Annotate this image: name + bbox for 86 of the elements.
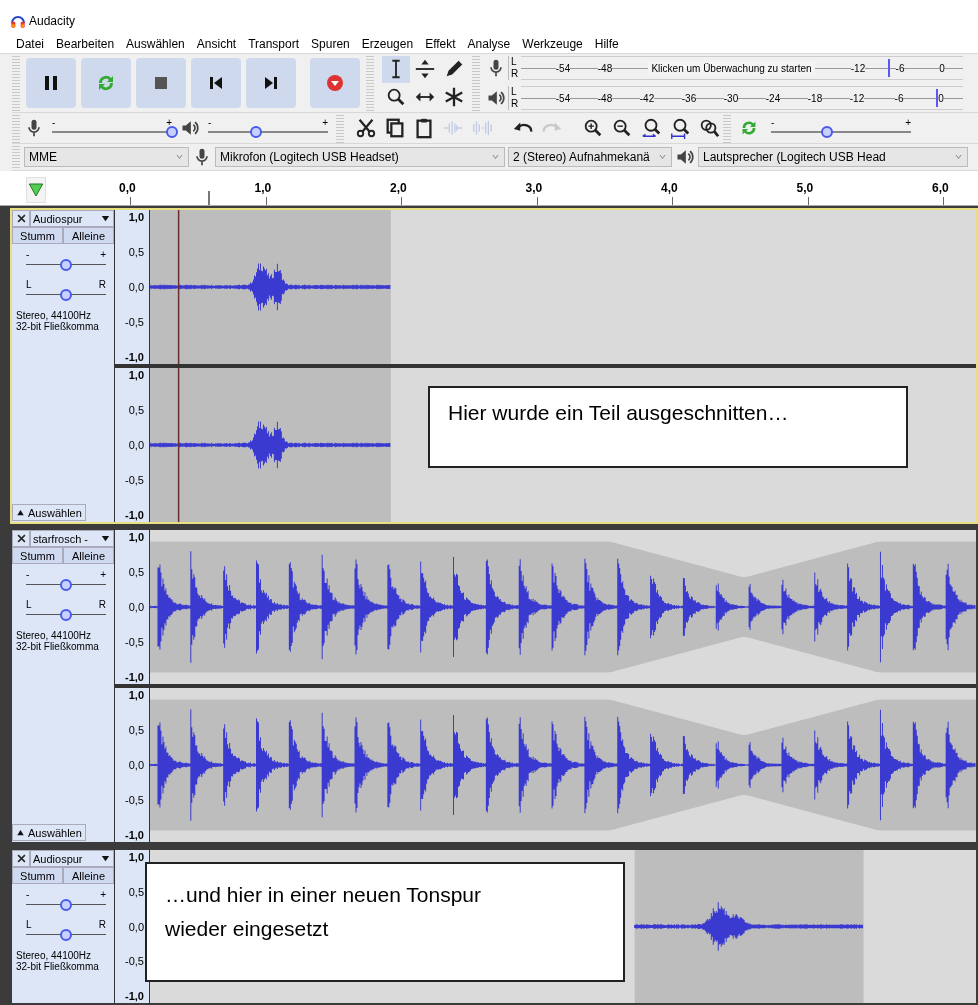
amplitude-label: 0,0 [128,601,145,613]
meter-tick-label: -12 [849,92,865,104]
slider-max-label: R [98,600,106,610]
amplitude-label: -1,0 [125,671,145,683]
amplitude-label: -0,5 [125,794,145,806]
amplitude-label: 0,5 [128,566,145,578]
annotation-tooltip: Hier wurde ein Teil ausgeschnitten… [428,386,908,468]
annotation-tooltip: …und hier in einer neuen Tonspur wieder eingesetzt [145,862,625,982]
slider-min-label: - [52,118,56,128]
amplitude-label: -0,5 [125,636,145,648]
time-label: 6,0 [932,181,949,195]
channel-label: L [511,86,518,98]
amplitude-label: 0,5 [128,404,145,416]
amplitude-label: -0,5 [125,955,145,968]
slider-min-label: - [26,890,30,900]
meter-tick-label: -18 [807,92,823,104]
meter-tick-label: -6 [895,62,905,74]
track-info-text: Stereo, 44100Hz [16,310,93,321]
slider-max-label: R [98,280,106,290]
amplitude-label: 1,0 [128,689,145,701]
dropdown-value: Lautsprecher (Logitech USB Head [703,150,886,164]
slider-max-label: + [322,118,328,128]
meter-message: Klicken um Überwachung zu starten [648,60,815,76]
amplitude-label: 1,0 [128,531,145,543]
amplitude-label: 0,5 [128,885,145,898]
time-label: 2,0 [390,181,407,195]
meter-tick-label: 0 [939,62,945,74]
meter-tick-label: -54 [555,62,571,74]
slider-min-label: - [26,250,30,260]
amplitude-label: 1,0 [128,851,145,863]
meter-tick-label: -48 [597,62,613,74]
time-label: 4,0 [661,181,678,195]
meter-tick-label: -42 [639,92,655,104]
amplitude-label: 0,5 [128,246,145,258]
amplitude-label: 0,0 [128,759,145,771]
slider-min-label: - [208,118,212,128]
dropdown-value: Mikrofon (Logitech USB Headset) [220,150,399,164]
time-label: 1,0 [254,181,272,195]
amplitude-label: -1,0 [125,509,145,521]
track-info-text: 32-bit Fließkomma [16,321,100,332]
slider-min-label: - [26,570,30,580]
time-label: 3,0 [525,181,543,195]
window-title: Audacity [29,14,76,28]
meter-tick-label: -24 [765,92,781,104]
meter-tick-label: 0 [938,92,944,104]
meter-tick-label: -6 [894,92,904,104]
meter-tick-label: -12 [850,62,866,74]
slider-min-label: L [26,280,32,290]
channel-label: L [511,56,518,68]
slider-min-label: - [771,118,775,128]
meter-tick-label: -36 [681,92,697,104]
track-info-text: 32-bit Fließkomma [16,641,100,652]
amplitude-label: 1,0 [128,369,145,381]
dropdown-value: 2 (Stereo) Aufnahmekanä [513,150,650,164]
slider-max-label: + [166,118,172,128]
meter-tick-label: -54 [555,92,571,104]
amplitude-label: 0,0 [128,439,145,451]
dropdown-value: MME [29,150,57,164]
slider-min-label: L [26,600,32,610]
channel-label: R [511,98,520,110]
amplitude-label: 0,0 [128,281,145,293]
time-label: 5,0 [796,181,814,195]
meter-tick-label: -30 [723,92,739,104]
time-label: 0,0 [119,181,136,195]
amplitude-label: -0,5 [125,474,145,486]
track-info-text: Stereo, 44100Hz [16,950,93,961]
track-name: starfrosch - [33,532,88,545]
slider-min-label: L [26,920,32,930]
slider-max-label: R [98,920,106,930]
meter-tick-label: -48 [597,92,613,104]
track-name: Audiospur [33,852,83,865]
slider-max-label: + [100,250,106,260]
amplitude-label: -1,0 [125,990,145,1002]
slider-max-label: + [100,570,106,580]
amplitude-label: -1,0 [125,351,145,363]
track-info-text: 32-bit Fließkomma [16,961,100,972]
amplitude-label: -0,5 [125,316,145,328]
amplitude-label: -1,0 [125,829,145,841]
track-info-text: Stereo, 44100Hz [16,630,93,641]
slider-max-label: + [905,118,911,128]
slider-max-label: + [100,890,106,900]
channel-label: R [511,68,520,80]
track-name: Audiospur [33,212,83,225]
amplitude-label: 0,0 [128,920,145,933]
amplitude-label: 1,0 [128,211,145,223]
amplitude-label: 0,5 [128,724,145,736]
